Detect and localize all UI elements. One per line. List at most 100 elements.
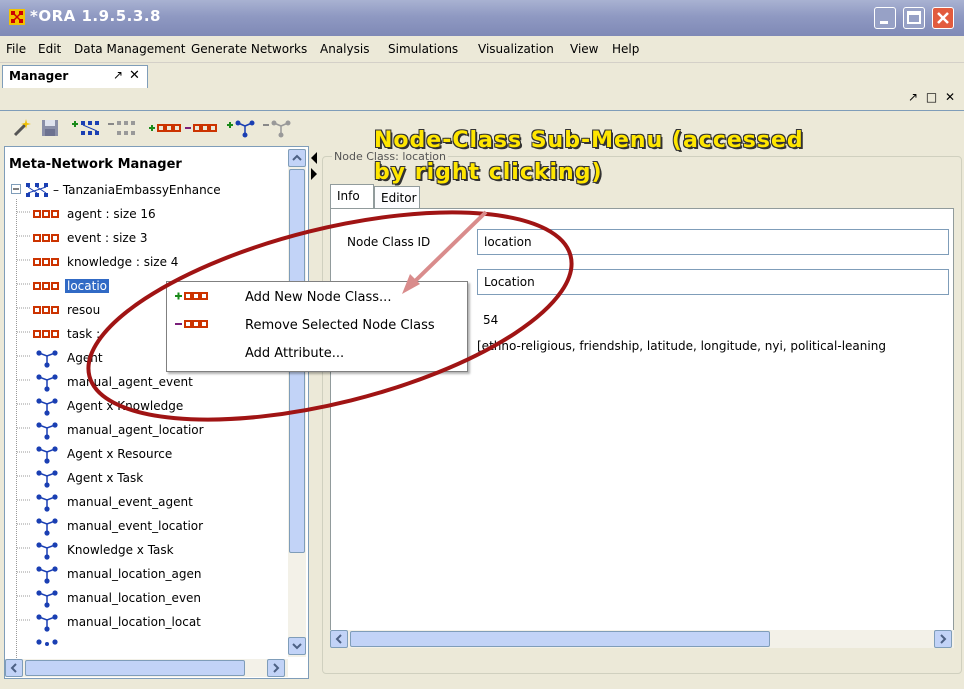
wand-icon[interactable] [10,117,34,139]
tree-node-class[interactable]: knowledge : size 4 [17,251,287,273]
menu-data-management[interactable]: Data Management [74,42,186,56]
remove-node-class-icon[interactable] [184,117,218,139]
tab-manager[interactable]: Manager ↗ ✕ [2,65,148,88]
network-icon [36,422,58,440]
remove-meta-network-icon[interactable] [106,117,136,139]
menu-view[interactable]: View [570,42,598,56]
node-class-label: locatio [65,279,110,293]
scroll-right-button[interactable] [267,659,285,677]
tree-network[interactable]: Agent x Task [17,467,287,489]
save-icon[interactable] [40,117,60,139]
tree-network[interactable]: manual_location_locat [17,611,287,633]
close-tab-icon[interactable]: ✕ [129,68,140,83]
add-node-class-icon[interactable] [148,117,182,139]
chevron-right-icon [273,663,280,673]
scroll-left-button[interactable] [330,630,348,648]
manager-tab-strip: Manager ↗ ✕ ↗ □ ✕ [0,63,964,109]
add-network-icon[interactable] [226,117,256,139]
undock-icon[interactable]: ↗ [113,68,123,82]
tree-horizontal-scrollbar[interactable] [5,659,288,677]
network-icon [36,398,58,416]
tree-branch-line [17,619,31,621]
tree-branch-line [17,331,31,333]
network-label: Agent [67,351,103,365]
tree-network[interactable]: Knowledge x Task [17,539,287,561]
network-icon [36,446,58,464]
node-class-label: agent : size 16 [67,207,156,221]
node-class-type-value: Location [484,275,535,289]
close-icon [937,12,949,24]
tree-network[interactable]: manual_location_even [17,587,287,609]
tree-branch-line [17,451,31,453]
tree-root[interactable]: – TanzaniaEmbassyEnhance [11,179,291,201]
node-class-context-menu: Add New Node Class... Remove Selected No… [166,281,468,372]
collapse-left-icon[interactable] [311,152,317,164]
tree-network[interactable]: manual_event_locatior [17,515,287,537]
tree-network[interactable]: manual_agent_event [17,371,287,393]
tree-network[interactable]: Agent x Resource [17,443,287,465]
manager-tab-label: Manager [9,69,69,83]
window-title: *ORA 1.9.5.3.8 [30,7,161,25]
node-class-id-value: location [484,235,532,249]
network-label: Agent x Task [67,471,144,485]
scroll-up-button[interactable] [288,149,306,167]
close-window-button[interactable] [932,7,954,29]
node-class-icon [33,306,59,314]
tree-network[interactable]: Agent x Knowledge [17,395,287,417]
node-class-icon [33,258,59,266]
panel-window-controls[interactable]: ↗ □ ✕ [908,90,957,104]
node-class-type-field[interactable]: Location [477,269,949,295]
menu-file[interactable]: File [6,42,26,56]
network-icon [36,374,58,392]
menu-item-add-new-node-class[interactable]: Add New Node Class... [169,284,465,310]
minimize-button[interactable] [874,7,896,29]
tree-network[interactable]: manual_event_agent [17,491,287,513]
menu-edit[interactable]: Edit [38,42,61,56]
network-icon [36,590,58,608]
tab-editor-label: Editor [381,191,417,205]
node-class-attributes-value: [ethno-religious, friendship, latitude, … [477,339,886,353]
collapse-icon[interactable] [11,184,21,194]
network-label: manual_location_even [67,591,202,605]
scroll-left-button[interactable] [5,659,23,677]
node-class-label: task : [67,327,101,341]
node-class-id-field[interactable]: location [477,229,949,255]
menu-analysis[interactable]: Analysis [320,42,369,56]
tree-branch-line [17,427,31,429]
menu-help[interactable]: Help [612,42,639,56]
menu-item-add-attribute[interactable]: Add Attribute... [169,340,465,366]
network-label: Agent x Resource [67,447,173,461]
scroll-right-button[interactable] [934,630,952,648]
node-class-icon [33,330,59,338]
tab-info-label: Info [337,189,360,203]
menu-item-remove-selected-node-class[interactable]: Remove Selected Node Class [169,312,465,338]
expand-right-icon[interactable] [311,168,317,180]
tab-info[interactable]: Info [330,184,374,208]
remove-network-icon[interactable] [262,117,292,139]
minimize-icon [880,21,888,24]
tab-editor[interactable]: Editor [374,186,420,208]
scroll-down-button[interactable] [288,637,306,655]
add-attribute-label: Add Attribute... [245,346,345,361]
menu-generate-networks[interactable]: Generate Networks [191,42,307,56]
scroll-thumb[interactable] [350,631,770,647]
maximize-button[interactable] [903,7,925,29]
add-new-node-class-label: Add New Node Class... [245,290,392,305]
tree-node-class[interactable]: event : size 3 [17,227,287,249]
tree-network[interactable]: manual_agent_locatior [17,419,287,441]
network-label: manual_location_agen [67,567,202,581]
menu-simulations[interactable]: Simulations [388,42,458,56]
network-icon [36,614,58,632]
tree-vertical-scrollbar[interactable] [288,149,306,657]
tree-node-class[interactable]: agent : size 16 [17,203,287,225]
add-meta-network-icon[interactable] [70,117,100,139]
tree-branch-line [17,355,31,357]
scroll-thumb[interactable] [25,660,245,676]
menu-visualization[interactable]: Visualization [478,42,554,56]
detail-horizontal-scrollbar[interactable] [330,630,954,648]
tree-branch-line [17,235,31,237]
network-icon [36,639,58,646]
network-label: manual_event_agent [67,495,193,509]
chevron-down-icon [292,643,302,650]
tree-network[interactable]: manual_location_agen [17,563,287,585]
